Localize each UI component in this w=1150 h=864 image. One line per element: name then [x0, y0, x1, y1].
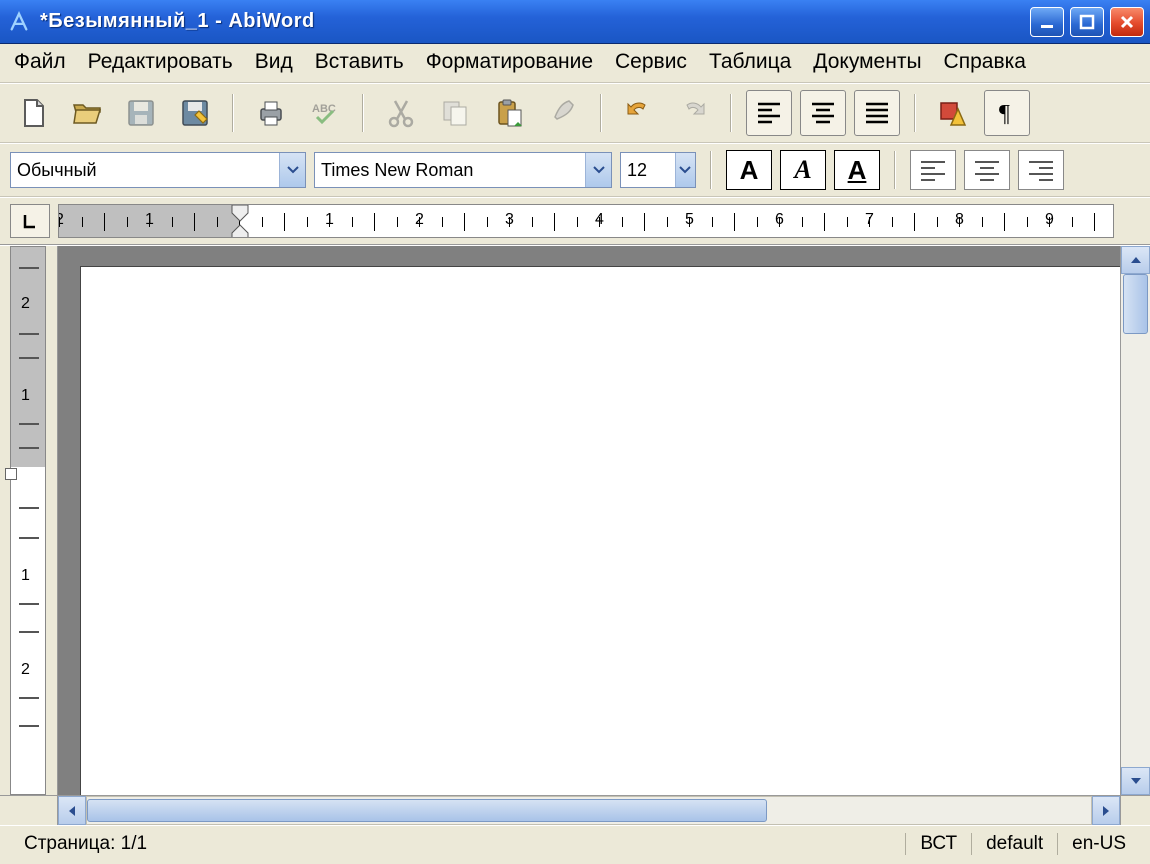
format-painter-button[interactable] [540, 90, 586, 136]
vscroll-track[interactable] [1121, 274, 1150, 767]
status-insert-mode[interactable]: ВСТ [906, 833, 971, 855]
ruler-num: 2 [21, 661, 30, 679]
standard-toolbar: ABC ¶ [0, 83, 1150, 143]
saveas-button[interactable] [172, 90, 218, 136]
document-page[interactable] [80, 266, 1120, 795]
maximize-button[interactable] [1070, 7, 1104, 37]
ruler-num: 1 [21, 567, 30, 585]
window-title: *Безымянный_1 - AbiWord [40, 10, 1030, 33]
style-input[interactable] [17, 160, 279, 181]
toolbar-separator [232, 94, 234, 132]
paste-button[interactable] [486, 90, 532, 136]
svg-text:¶: ¶ [999, 101, 1010, 127]
toolbar-separator [600, 94, 602, 132]
scroll-left-button[interactable] [58, 796, 86, 825]
hscroll-thumb[interactable] [87, 799, 767, 822]
undo-button[interactable] [616, 90, 662, 136]
font-combo[interactable] [314, 152, 612, 188]
document-area: 2 1 1 2 [0, 245, 1150, 795]
spellcheck-button[interactable]: ABC [302, 90, 348, 136]
copy-button[interactable] [432, 90, 478, 136]
open-button[interactable] [64, 90, 110, 136]
app-icon [6, 9, 32, 35]
format-toolbar: A A A [0, 143, 1150, 197]
redo-button[interactable] [670, 90, 716, 136]
chevron-down-icon[interactable] [675, 153, 695, 187]
window-controls [1030, 7, 1144, 37]
bold-button[interactable]: A [726, 150, 772, 190]
underline-button[interactable]: A [834, 150, 880, 190]
close-button[interactable] [1110, 7, 1144, 37]
toolbar-separator [710, 151, 712, 189]
tabstop-selector[interactable] [10, 204, 50, 238]
style-combo[interactable] [10, 152, 306, 188]
para-align-left-button[interactable] [910, 150, 956, 190]
title-bar: *Безымянный_1 - AbiWord [0, 0, 1150, 44]
status-language[interactable]: en-US [1058, 833, 1140, 855]
align-center-button[interactable] [800, 90, 846, 136]
font-input[interactable] [321, 160, 585, 181]
ruler-num: 2 [21, 295, 30, 313]
fontsize-combo[interactable] [620, 152, 696, 188]
toolbar-separator [914, 94, 916, 132]
status-page: Страница: 1/1 [10, 833, 161, 855]
cut-button[interactable] [378, 90, 424, 136]
scroll-up-button[interactable] [1121, 246, 1150, 274]
menu-tools[interactable]: Сервис [615, 50, 687, 74]
menu-insert[interactable]: Вставить [315, 50, 404, 74]
toolbar-separator [730, 94, 732, 132]
para-align-right-button[interactable] [1018, 150, 1064, 190]
hscroll-track[interactable] [86, 796, 1092, 825]
new-button[interactable] [10, 90, 56, 136]
ruler-row [0, 197, 1150, 245]
menu-documents[interactable]: Документы [813, 50, 921, 74]
menu-view[interactable]: Вид [255, 50, 293, 74]
save-button[interactable] [118, 90, 164, 136]
vertical-ruler[interactable]: 2 1 1 2 [10, 246, 46, 795]
toolbar-separator [362, 94, 364, 132]
ruler-num: 1 [21, 387, 30, 405]
minimize-button[interactable] [1030, 7, 1064, 37]
menu-bar: Файл Редактировать Вид Вставить Форматир… [0, 44, 1150, 83]
menu-table[interactable]: Таблица [709, 50, 791, 74]
menu-format[interactable]: Форматирование [426, 50, 593, 74]
menu-file[interactable]: Файл [14, 50, 66, 74]
insert-shape-button[interactable] [930, 90, 976, 136]
chevron-down-icon[interactable] [279, 153, 305, 187]
vscroll-thumb[interactable] [1123, 274, 1148, 334]
show-paragraph-button[interactable]: ¶ [984, 90, 1030, 136]
page-origin-marker [5, 468, 17, 480]
horizontal-scrollbar[interactable] [58, 796, 1120, 825]
menu-edit[interactable]: Редактировать [88, 50, 233, 74]
align-right-button[interactable] [854, 90, 900, 136]
menu-help[interactable]: Справка [944, 50, 1026, 74]
status-style: default [972, 833, 1057, 855]
indent-marker-icon[interactable] [231, 204, 249, 238]
para-align-center-button[interactable] [964, 150, 1010, 190]
scroll-down-button[interactable] [1121, 767, 1150, 795]
italic-button[interactable]: A [780, 150, 826, 190]
print-button[interactable] [248, 90, 294, 136]
vertical-scrollbar[interactable] [1120, 246, 1150, 795]
scroll-right-button[interactable] [1092, 796, 1120, 825]
chevron-down-icon[interactable] [585, 153, 611, 187]
fontsize-input[interactable] [627, 160, 675, 181]
toolbar-separator [894, 151, 896, 189]
align-left-button[interactable] [746, 90, 792, 136]
hscroll-row [0, 795, 1150, 825]
document-canvas[interactable] [58, 246, 1120, 795]
horizontal-ruler[interactable] [58, 204, 1114, 238]
vertical-ruler-column: 2 1 1 2 [0, 246, 58, 795]
status-bar: Страница: 1/1 ВСТ default en-US [0, 825, 1150, 861]
